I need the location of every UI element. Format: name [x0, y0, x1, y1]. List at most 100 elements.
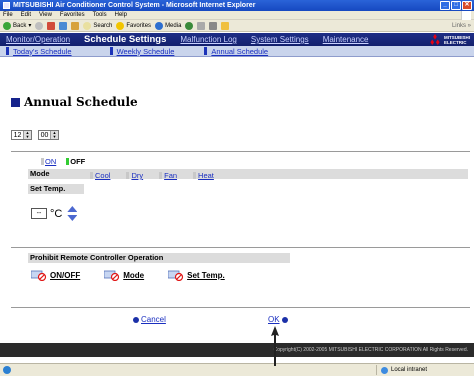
close-button[interactable]: ✕: [462, 1, 472, 10]
menu-favorites[interactable]: Favorites: [60, 12, 85, 18]
on-option[interactable]: ON: [41, 157, 56, 166]
search-icon: [83, 21, 92, 30]
prohibit-onoff[interactable]: ON/OFF: [31, 270, 80, 281]
media-button[interactable]: Media: [155, 21, 181, 30]
window-titlebar: MITSUBISHI Air Conditioner Control Syste…: [0, 0, 474, 11]
settemp-control: -- °C: [31, 206, 78, 221]
three-diamonds-icon: [430, 34, 440, 45]
subnav-bullet: [109, 47, 113, 55]
mode-fan[interactable]: Fan: [159, 171, 177, 180]
subnav-item-todays[interactable]: Today's Schedule: [6, 47, 72, 56]
menu-bar: File Edit View Favorites Tools Help: [0, 11, 474, 20]
back-button[interactable]: Back ▾: [3, 21, 31, 30]
mode-dry[interactable]: Dry: [126, 171, 143, 180]
on-marker: [41, 158, 44, 165]
print-icon[interactable]: [209, 21, 218, 30]
settemp-label-bar: Set Temp.: [28, 184, 84, 194]
back-arrow-icon: [3, 21, 11, 30]
menu-help[interactable]: Help: [115, 12, 127, 18]
window-title: MITSUBISHI Air Conditioner Control Syste…: [13, 2, 256, 9]
mode-cool[interactable]: Cool: [90, 171, 110, 180]
maximize-button[interactable]: □: [451, 1, 461, 10]
stop-icon[interactable]: [47, 21, 56, 30]
nav-system-settings[interactable]: System Settings: [251, 35, 309, 44]
hour-value[interactable]: 12: [12, 131, 23, 140]
minute-down-arrow-icon[interactable]: ▼: [51, 135, 58, 139]
prohibit-mode[interactable]: Mode: [104, 270, 144, 281]
subnav-item-annual[interactable]: Annual Schedule: [204, 47, 268, 56]
prohibit-settemp[interactable]: Set Temp.: [168, 270, 225, 281]
prohibit-remote-icon: [104, 270, 120, 281]
prohibit-label: Prohibit Remote Controller Operation: [30, 253, 164, 262]
time-selector: 12 ▲ ▼ 00 ▲ ▼: [11, 130, 59, 140]
status-bar: Local intranet: [0, 363, 474, 376]
ie-app-icon: [3, 2, 10, 9]
ok-dot-icon: [281, 316, 288, 323]
prohibit-label-bar: Prohibit Remote Controller Operation: [28, 253, 290, 263]
menu-view[interactable]: View: [39, 12, 52, 18]
favorites-button[interactable]: Favorites: [116, 21, 151, 30]
main-nav: Monitor/Operation Schedule Settings Malf…: [0, 33, 474, 46]
security-zone: Local intranet: [376, 365, 472, 375]
off-marker: [66, 158, 70, 165]
mitsubishi-logo: MITSUBISHI ELECTRIC: [428, 34, 470, 45]
weekly-schedule-link[interactable]: Weekly Schedule: [117, 47, 175, 56]
prohibit-options: ON/OFF Mode Set Temp.: [31, 270, 225, 281]
nav-malfunction-log[interactable]: Malfunction Log: [180, 35, 236, 44]
settemp-label: Set Temp.: [30, 184, 66, 193]
subnav-item-weekly[interactable]: Weekly Schedule: [109, 47, 175, 56]
window-controls: _ □ ✕: [440, 1, 472, 10]
forward-button[interactable]: [35, 21, 44, 30]
settemp-value: --: [31, 208, 47, 219]
refresh-icon[interactable]: [59, 21, 68, 30]
folder-icon[interactable]: [221, 21, 230, 30]
onoff-selector: ON OFF: [41, 157, 85, 166]
history-icon[interactable]: [185, 21, 194, 30]
links-button[interactable]: Links »: [452, 23, 471, 29]
todays-schedule-link[interactable]: Today's Schedule: [13, 47, 72, 56]
divider: [11, 247, 470, 248]
subnav-bullet: [204, 47, 208, 55]
temp-unit: °C: [50, 207, 63, 220]
star-icon: [116, 21, 125, 30]
minimize-button[interactable]: _: [440, 1, 450, 10]
cancel-button[interactable]: Cancel: [133, 315, 166, 324]
divider: [11, 307, 470, 308]
divider: [11, 151, 470, 152]
hour-spinner[interactable]: 12 ▲ ▼: [11, 130, 32, 140]
menu-edit[interactable]: Edit: [21, 12, 31, 18]
windows-logo-icon: [461, 11, 471, 20]
prohibit-remote-icon: [31, 270, 47, 281]
hour-down-arrow-icon[interactable]: ▼: [24, 135, 31, 139]
minute-spinner[interactable]: 00 ▲ ▼: [38, 130, 59, 140]
off-option[interactable]: OFF: [66, 157, 85, 166]
prohibit-remote-icon: [168, 270, 184, 281]
nav-monitor-operation[interactable]: Monitor/Operation: [6, 35, 70, 44]
copyright-text: Copyright(C) 2002-2005 MITSUBISHI ELECTR…: [273, 347, 468, 353]
annual-schedule-link[interactable]: Annual Schedule: [211, 47, 268, 56]
temp-down-arrow-icon[interactable]: [67, 215, 78, 221]
search-button[interactable]: Search: [83, 21, 112, 30]
mode-options: Cool Dry Fan Heat: [90, 171, 214, 180]
nav-maintenance[interactable]: Maintenance: [323, 35, 369, 44]
mail-icon[interactable]: [197, 21, 206, 30]
logo-text-2: ELECTRIC: [443, 39, 467, 45]
ok-button[interactable]: OK: [268, 315, 288, 324]
intranet-globe-icon: [381, 366, 388, 374]
home-icon[interactable]: [71, 21, 80, 30]
subnav-bullet: [6, 47, 9, 55]
mode-heat[interactable]: Heat: [193, 171, 214, 180]
minute-value[interactable]: 00: [39, 131, 50, 140]
media-icon: [155, 21, 164, 30]
sub-nav: Today's Schedule Weekly Schedule Annual …: [0, 46, 474, 57]
cancel-dot-icon: [133, 316, 139, 323]
nav-schedule-settings: Schedule Settings: [84, 34, 167, 45]
page-done-icon: [3, 366, 11, 374]
footer: Copyright(C) 2002-2005 MITSUBISHI ELECTR…: [0, 343, 474, 357]
browser-toolbar: Back ▾ Search Favorites Media Links »: [0, 20, 474, 32]
menu-tools[interactable]: Tools: [93, 12, 107, 18]
mode-label: Mode: [30, 169, 50, 178]
temp-up-arrow-icon[interactable]: [67, 206, 78, 212]
menu-file[interactable]: File: [3, 12, 13, 18]
page-heading: Annual Schedule: [11, 95, 138, 109]
